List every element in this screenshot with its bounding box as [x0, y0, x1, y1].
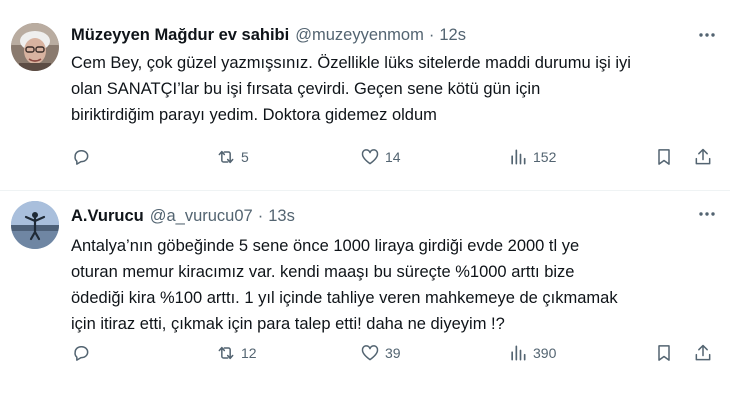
views-chart-icon — [511, 345, 526, 361]
heart-icon — [361, 149, 379, 165]
retweet-count: 12 — [241, 345, 257, 361]
user-handle[interactable]: @a_vurucu07 — [150, 207, 253, 226]
heart-icon — [361, 345, 379, 361]
retweet-button[interactable]: 12 — [216, 342, 257, 364]
display-name[interactable]: A.Vurucu — [71, 207, 144, 226]
user-handle[interactable]: @muzeyyenmom — [295, 26, 424, 45]
like-button[interactable]: 39 — [360, 342, 401, 364]
like-count: 14 — [385, 149, 401, 165]
retweet-button[interactable]: 5 — [216, 146, 249, 168]
views-count: 390 — [533, 345, 557, 361]
bookmark-button[interactable] — [654, 146, 674, 168]
avatar-image — [11, 23, 59, 71]
display-name[interactable]: Müzeyyen Mağdur ev sahibi — [71, 26, 289, 45]
retweet-icon — [218, 346, 234, 360]
share-icon — [695, 148, 711, 165]
timestamp[interactable]: 13s — [268, 207, 295, 226]
avatar[interactable] — [11, 23, 59, 71]
more-icon — [699, 212, 715, 216]
reply-button[interactable] — [71, 146, 96, 168]
bookmark-button[interactable] — [654, 342, 674, 364]
like-count: 39 — [385, 345, 401, 361]
like-button[interactable]: 14 — [360, 146, 401, 168]
share-icon — [695, 344, 711, 361]
tweet-text: Cem Bey, çok güzel yazmışsınız. Özellikl… — [71, 54, 631, 124]
timestamp[interactable]: 12s — [439, 26, 466, 45]
share-button[interactable] — [693, 342, 713, 364]
tweet-actions: 5 14 152 — [71, 146, 730, 168]
views-button[interactable]: 152 — [508, 146, 556, 168]
retweet-count: 5 — [241, 149, 249, 165]
reply-icon — [74, 150, 89, 165]
retweet-icon — [218, 150, 234, 164]
views-chart-icon — [511, 149, 526, 165]
tweet-text: Antalya’nın göbeğinde 5 sene önce 1000 l… — [71, 237, 618, 333]
tweet-header: Müzeyyen Mağdur ev sahibi @muzeyyenmom ·… — [71, 24, 466, 46]
tweet-header: A.Vurucu @a_vurucu07 · 13s — [71, 205, 295, 227]
separator-dot: · — [257, 206, 264, 225]
reply-icon — [74, 346, 89, 361]
more-options-button[interactable] — [696, 26, 718, 44]
bookmark-icon — [658, 345, 670, 361]
tweet-actions: 12 39 390 — [71, 342, 730, 364]
avatar[interactable] — [11, 201, 59, 249]
bookmark-icon — [658, 149, 670, 165]
avatar-image — [11, 201, 59, 249]
more-options-button[interactable] — [696, 205, 718, 223]
tweet[interactable]: A.Vurucu @a_vurucu07 · 13s Antalya’nın g… — [0, 191, 730, 420]
reply-button[interactable] — [71, 342, 96, 364]
separator-dot: · — [428, 25, 435, 44]
share-button[interactable] — [693, 146, 713, 168]
more-icon — [699, 33, 715, 37]
tweet[interactable]: Müzeyyen Mağdur ev sahibi @muzeyyenmom ·… — [0, 0, 730, 191]
views-button[interactable]: 390 — [508, 342, 556, 364]
views-count: 152 — [533, 149, 557, 165]
